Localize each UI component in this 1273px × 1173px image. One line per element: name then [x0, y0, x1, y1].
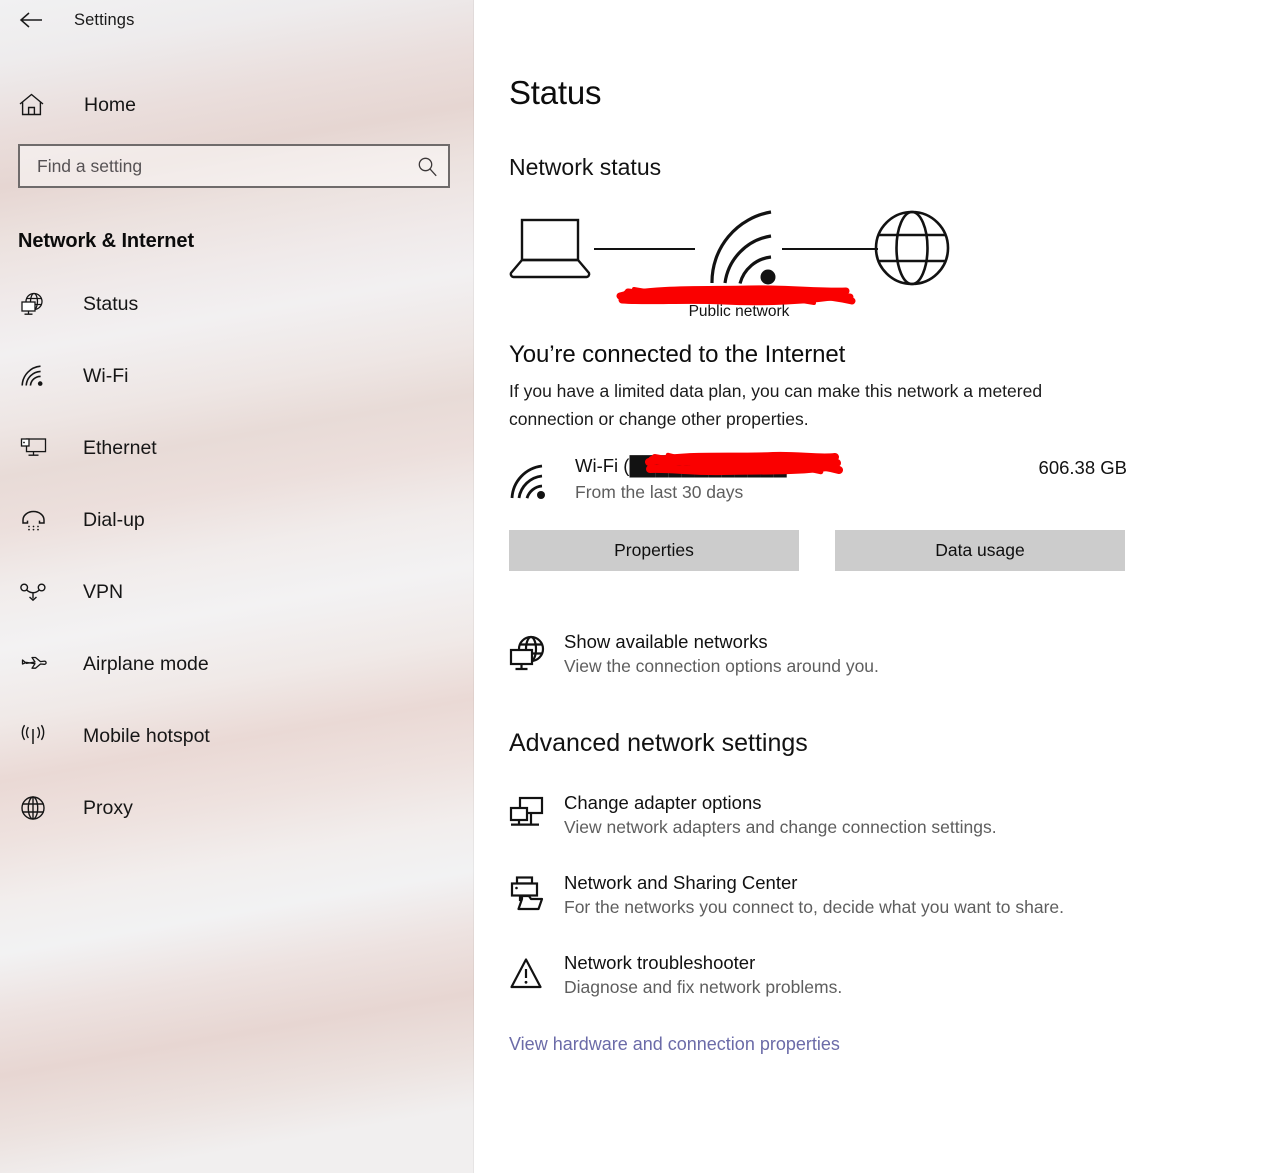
- back-arrow-icon: [19, 12, 42, 28]
- search-input[interactable]: [20, 146, 406, 186]
- change-adapter-options-subtitle: View network adapters and change connect…: [564, 817, 997, 837]
- sidebar-item-dialup[interactable]: Dial-up: [0, 495, 474, 545]
- sidebar-item-mobile-hotspot-label: Mobile hotspot: [83, 724, 210, 747]
- main-content: Status Network status Public network You…: [474, 0, 1273, 1173]
- search-box[interactable]: [18, 144, 450, 188]
- data-usage-button[interactable]: Data usage: [835, 530, 1125, 571]
- network-sharing-center-text: Network and Sharing Center For the netwo…: [561, 872, 1159, 918]
- back-button[interactable]: [8, 4, 54, 36]
- hotspot-icon: [18, 721, 48, 751]
- network-troubleshooter-text: Network troubleshooter Diagnose and fix …: [561, 952, 1159, 998]
- connection-description: If you have a limited data plan, you can…: [509, 381, 1043, 429]
- sidebar-item-status-label: Status: [83, 292, 139, 315]
- sharing-icon: [509, 872, 561, 914]
- change-adapter-options-title: Change adapter options: [564, 792, 762, 813]
- wifi-icon: [18, 361, 48, 391]
- adapter-icon: [509, 792, 561, 834]
- show-available-networks-title: Show available networks: [564, 631, 768, 652]
- ethernet-icon: [18, 433, 48, 463]
- diagram-link-right: [782, 248, 878, 250]
- laptop-icon: [509, 217, 591, 284]
- adapter-name: Wi-Fi (████████████...: [575, 451, 843, 477]
- sidebar-item-proxy-label: Proxy: [83, 796, 133, 819]
- title-bar: Settings: [0, 0, 474, 40]
- warning-triangle-icon: [509, 952, 561, 992]
- dialup-icon: [18, 505, 48, 535]
- sidebar-item-wifi[interactable]: Wi-Fi: [0, 351, 474, 401]
- network-troubleshooter-entry[interactable]: Network troubleshooter Diagnose and fix …: [509, 952, 1159, 998]
- sidebar-item-wifi-label: Wi-Fi: [83, 364, 129, 387]
- network-sharing-center-entry[interactable]: Network and Sharing Center For the netwo…: [509, 872, 1159, 918]
- globe-monitor-icon: [18, 289, 48, 319]
- wifi-icon: [509, 455, 559, 508]
- show-available-networks-entry[interactable]: Show available networks View the connect…: [509, 631, 1159, 677]
- globe-monitor-icon: [509, 631, 561, 673]
- sidebar-item-proxy[interactable]: Proxy: [0, 783, 474, 833]
- adapter-info: Wi-Fi (████████████... From the last 30 …: [559, 451, 1039, 503]
- airplane-icon: [18, 649, 48, 679]
- search-icon[interactable]: [406, 146, 448, 186]
- sidebar-item-airplane-mode-label: Airplane mode: [83, 652, 209, 675]
- sidebar-item-mobile-hotspot[interactable]: Mobile hotspot: [0, 711, 474, 761]
- settings-window: Settings Home Network & Internet: [0, 0, 1273, 1173]
- network-diagram: Public network: [509, 209, 979, 329]
- network-troubleshooter-title: Network troubleshooter: [564, 952, 756, 973]
- network-sharing-center-subtitle: For the networks you connect to, decide …: [564, 897, 1064, 917]
- sidebar-item-airplane-mode[interactable]: Airplane mode: [0, 639, 474, 689]
- sidebar-item-vpn[interactable]: VPN: [0, 567, 474, 617]
- sidebar-item-vpn-label: VPN: [83, 580, 124, 603]
- change-adapter-options-entry[interactable]: Change adapter options View network adap…: [509, 792, 1159, 838]
- advanced-settings-heading: Advanced network settings: [509, 729, 808, 757]
- usage-period: From the last 30 days: [575, 482, 744, 502]
- sidebar-item-ethernet-label: Ethernet: [83, 436, 157, 459]
- sidebar-item-status[interactable]: Status: [0, 279, 474, 329]
- sidebar-item-ethernet[interactable]: Ethernet: [0, 423, 474, 473]
- window-title: Settings: [74, 10, 135, 29]
- view-hardware-properties-link[interactable]: View hardware and connection properties: [509, 1034, 1273, 1055]
- action-buttons: Properties Data usage: [509, 530, 1273, 571]
- sidebar-item-dialup-label: Dial-up: [83, 508, 145, 531]
- wifi-signal-icon: [709, 209, 779, 292]
- vpn-icon: [18, 577, 48, 607]
- change-adapter-options-text: Change adapter options View network adap…: [561, 792, 1159, 838]
- connection-title: You’re connected to the Internet: [509, 341, 846, 368]
- network-troubleshooter-subtitle: Diagnose and fix network problems.: [564, 977, 843, 997]
- data-used-value: 606.38 GB: [1038, 457, 1127, 478]
- properties-button[interactable]: Properties: [509, 530, 799, 571]
- network-type-label: Public network: [688, 303, 790, 320]
- adapter-name-text: Wi-Fi (████████████...: [575, 455, 803, 476]
- network-status-heading: Network status: [509, 154, 662, 180]
- sidebar: Settings Home Network & Internet: [0, 0, 474, 1173]
- show-available-networks-subtitle: View the connection options around you.: [564, 656, 879, 676]
- sidebar-category-title: Network & Internet: [18, 230, 195, 252]
- adapter-usage-row: Wi-Fi (████████████... From the last 30 …: [509, 451, 1127, 508]
- globe-icon: [873, 209, 951, 292]
- network-sharing-center-title: Network and Sharing Center: [564, 872, 798, 893]
- sidebar-item-home-label: Home: [84, 93, 137, 116]
- globe-icon: [18, 793, 48, 823]
- home-icon: [18, 93, 48, 117]
- page-title: Status: [509, 74, 602, 111]
- diagram-link-left: [594, 248, 695, 250]
- sidebar-item-home[interactable]: Home: [0, 84, 474, 126]
- show-available-networks-text: Show available networks View the connect…: [561, 631, 1159, 677]
- sidebar-nav: Status Wi-Fi Ethernet Dial-up VPN Airpla…: [0, 279, 474, 833]
